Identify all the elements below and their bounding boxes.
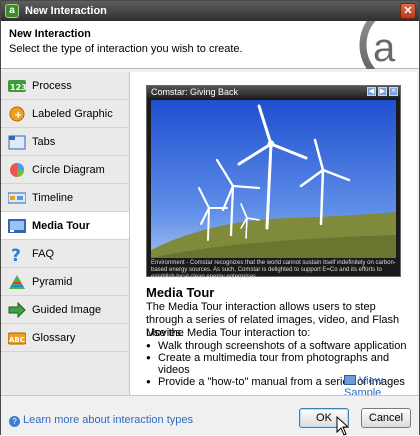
sidebar-item-label: Labeled Graphic <box>32 108 113 120</box>
sidebar-item-label: Guided Image <box>32 304 102 316</box>
preview-footer-text: Environment - Comstar recognizes that th… <box>151 260 396 280</box>
new-interaction-dialog: a New Interaction ✕ New Interaction Sele… <box>0 0 420 436</box>
articulate-logo-icon: a <box>347 21 419 69</box>
view-sample-icon <box>344 375 356 385</box>
list-item: Walk through screenshots of a software a… <box>146 340 417 352</box>
media-tour-icon <box>8 218 26 234</box>
header-title: New Interaction <box>9 28 91 40</box>
sidebar-item-label: Tabs <box>32 136 56 148</box>
use-heading: Use the Media Tour interaction to: <box>146 327 311 339</box>
app-icon: a <box>5 4 19 18</box>
learn-more-link[interactable]: ? Learn more about interaction types <box>9 414 193 427</box>
mouse-cursor-icon <box>336 416 350 436</box>
labeled-graphic-icon: + <box>8 106 26 122</box>
faq-icon: ? <box>8 246 26 266</box>
sidebar-item-media-tour[interactable]: Media Tour <box>1 212 129 240</box>
list-item: Create a multimedia tour from photograph… <box>146 352 417 376</box>
sidebar-item-label: Media Tour <box>32 220 90 232</box>
sidebar-item-label: FAQ <box>32 248 55 260</box>
sidebar-item-labeled-graphic[interactable]: + Labeled Graphic <box>1 100 129 128</box>
svg-text:+: + <box>14 110 22 121</box>
sidebar-item-tabs[interactable]: Tabs <box>1 128 129 156</box>
sidebar-item-circle-diagram[interactable]: Circle Diagram <box>1 156 129 184</box>
help-icon: ? <box>9 416 20 427</box>
glossary-icon: ABC <box>7 330 27 346</box>
svg-text:?: ? <box>11 246 21 262</box>
media-tour-preview: Comstar: Giving Back ◀ ▶ ✕ Environment -… <box>146 85 401 280</box>
cancel-button[interactable]: Cancel <box>361 408 411 428</box>
sidebar-item-process[interactable]: 123 Process <box>1 72 129 100</box>
dialog-header: New Interaction Select the type of inter… <box>1 21 419 69</box>
svg-text:a: a <box>373 26 396 69</box>
sidebar-item-faq[interactable]: ? FAQ <box>1 240 129 268</box>
svg-text:ABC: ABC <box>9 336 25 344</box>
detail-title: Media Tour <box>146 285 215 300</box>
learn-more-label: Learn more about interaction types <box>23 414 193 426</box>
preview-close-icon: ✕ <box>389 87 398 96</box>
dialog-footer: ? Learn more about interaction types OK C… <box>1 395 419 436</box>
header-subtitle: Select the type of interaction you wish … <box>9 43 243 55</box>
tabs-icon <box>8 134 26 150</box>
circle-diagram-icon <box>8 162 26 178</box>
sidebar-item-pyramid[interactable]: Pyramid <box>1 268 129 296</box>
interaction-type-list: 123 Process + Labeled Graphic Tabs Circl… <box>1 72 129 395</box>
sidebar-item-label: Pyramid <box>32 276 73 288</box>
wind-turbines-image <box>151 100 396 258</box>
preview-caption: Comstar: Giving Back <box>151 87 239 97</box>
preview-title-bar: Comstar: Giving Back ◀ ▶ ✕ <box>147 86 400 98</box>
preview-prev-icon: ◀ <box>367 87 376 96</box>
sidebar-item-glossary[interactable]: ABC Glossary <box>1 324 129 352</box>
guided-image-icon <box>8 301 26 319</box>
sidebar-item-timeline[interactable]: Timeline <box>1 184 129 212</box>
close-button[interactable]: ✕ <box>400 3 416 19</box>
window-title: New Interaction <box>25 5 107 17</box>
sidebar-item-label: Circle Diagram <box>32 164 105 176</box>
sidebar-item-guided-image[interactable]: Guided Image <box>1 296 129 324</box>
svg-text:123: 123 <box>10 83 26 92</box>
timeline-icon <box>7 190 27 206</box>
sidebar-item-label: Timeline <box>32 192 74 204</box>
detail-panel: Comstar: Giving Back ◀ ▶ ✕ Environment -… <box>129 72 417 399</box>
sidebar-item-label: Glossary <box>32 332 76 344</box>
sidebar-item-label: Process <box>32 80 72 92</box>
preview-next-icon: ▶ <box>378 87 387 96</box>
title-bar: a New Interaction ✕ <box>1 1 419 21</box>
process-icon: 123 <box>8 78 27 94</box>
pyramid-icon <box>8 274 26 290</box>
